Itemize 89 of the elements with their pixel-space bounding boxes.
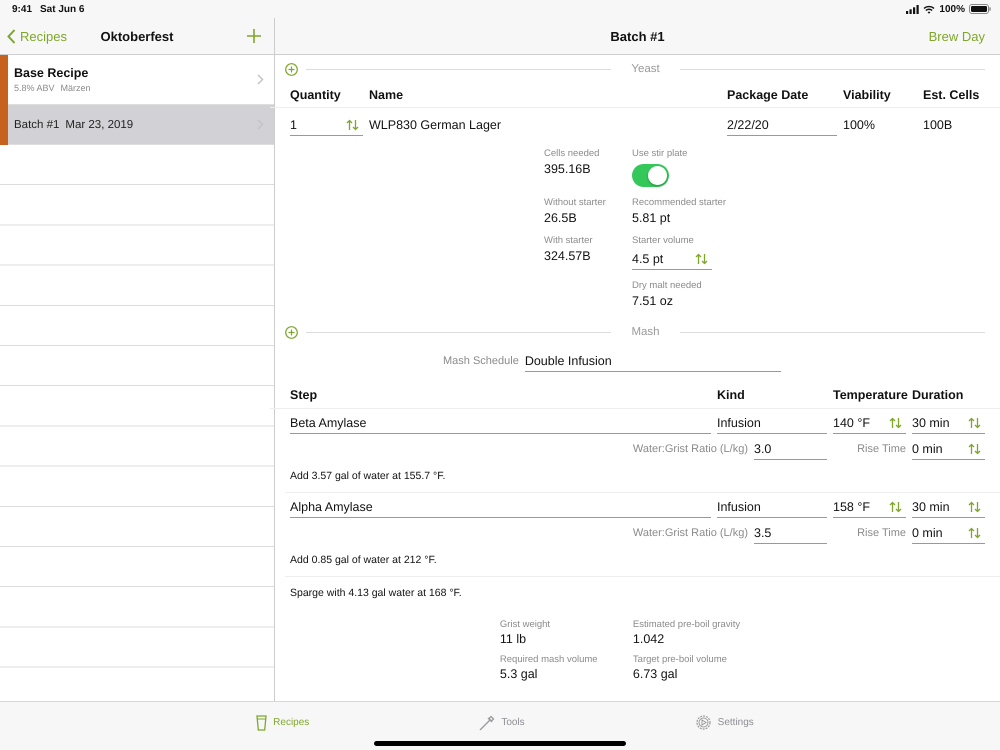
plus-icon[interactable] — [247, 29, 261, 43]
stat-label: Required mash volume — [500, 654, 599, 665]
add-icon[interactable] — [285, 326, 298, 338]
stat-label: Target pre-boil volume — [632, 654, 728, 665]
column-header: Viability — [843, 88, 892, 102]
yeast-name: WLP830 German Lager — [369, 118, 502, 132]
step-note: Add 0.85 gal of water at 212 °F. — [285, 544, 1000, 577]
temperature-field[interactable]: 158 °F — [833, 497, 906, 518]
wifi-icon — [923, 4, 936, 14]
item-title: Batch #1 — [14, 118, 60, 130]
cup-icon — [256, 714, 268, 730]
column-header: Quantity — [290, 88, 342, 102]
column-header: Kind — [717, 388, 746, 402]
stat-value: 11 lb — [500, 632, 528, 646]
stat-label: Without starter — [544, 197, 607, 208]
stepper-icon[interactable] — [346, 118, 359, 130]
stepper-icon[interactable] — [968, 501, 981, 513]
viability-value: 100% — [843, 118, 876, 132]
signal-icon — [906, 4, 920, 14]
ratio-field[interactable]: 3.5 — [754, 522, 827, 544]
item-detail: 5.8% ABV — [14, 83, 55, 93]
field-label: Mash Schedule — [443, 355, 519, 367]
section-title: Yeast — [630, 63, 661, 75]
section-title: Mash — [630, 326, 661, 338]
column-header: Temperature — [833, 388, 906, 402]
add-icon[interactable] — [285, 62, 298, 76]
stat-label: Recommended starter — [632, 197, 726, 208]
battery-level: 100% — [939, 4, 965, 14]
step-name-field[interactable]: Alpha Amylase — [290, 497, 711, 518]
column-header: Duration — [912, 388, 964, 402]
stat-label: Dry malt needed — [632, 280, 703, 291]
stat-label: With starter — [544, 235, 594, 246]
cell-count: 100B — [923, 118, 954, 132]
battery-icon — [969, 4, 991, 14]
stat-value: 1.042 — [632, 632, 666, 646]
column-header: Package Date — [727, 88, 810, 102]
stat-label: Cells needed — [544, 148, 600, 159]
item-detail: Märzen — [60, 83, 91, 93]
nav-title: Oktoberfest — [100, 28, 174, 44]
status-date: Sat Jun 6 — [40, 4, 84, 14]
stat-value: 395.16B — [544, 162, 592, 176]
stat-value: 5.3 gal — [500, 667, 538, 681]
stat-value: 5.81 pt — [632, 211, 672, 225]
column-header: Est. Cells — [923, 88, 980, 102]
stepper-icon[interactable] — [889, 417, 902, 429]
field-label: Water:Grist Ratio (L/kg) — [632, 527, 748, 539]
field-label: Rise Time — [856, 443, 906, 455]
item-date: Mar 23, 2019 — [65, 118, 134, 130]
column-header: Step — [290, 388, 318, 402]
rise-time-field[interactable]: 0 min — [912, 438, 985, 460]
rise-time-field[interactable]: 0 min — [912, 522, 985, 544]
starter-volume-field[interactable]: 4.5 pt — [632, 249, 712, 270]
item-title: Base Recipe — [14, 66, 90, 80]
duration-field[interactable]: 30 min — [912, 413, 985, 434]
ratio-field[interactable]: 3.0 — [754, 438, 827, 460]
stepper-icon[interactable] — [968, 442, 981, 454]
step-note: Add 3.57 gal of water at 155.7 °F. — [285, 460, 1000, 493]
stat-label: Grist weight — [500, 619, 552, 630]
stat-label: Starter volume — [632, 235, 695, 246]
stat-value: 324.57B — [544, 249, 592, 263]
field-label: Water:Grist Ratio (L/kg) — [632, 443, 748, 455]
package-date-field[interactable]: 2/22/20 — [727, 114, 837, 136]
chevron-right-icon — [257, 74, 264, 85]
pipette-icon — [479, 714, 496, 730]
stat-value: 6.73 gal — [632, 667, 678, 681]
recipe-list-item[interactable]: Batch #1 Mar 23, 2019 — [8, 105, 274, 145]
stir-plate-toggle[interactable] — [632, 164, 669, 187]
step-name-field[interactable]: Beta Amylase — [290, 413, 711, 434]
field-label: Rise Time — [856, 527, 906, 539]
kind-field[interactable]: Infusion — [717, 497, 827, 518]
kind-field[interactable]: Infusion — [717, 413, 827, 434]
stat-value: 26.5B — [544, 211, 578, 225]
status-time: 9:41 — [12, 4, 32, 14]
mash-schedule-field[interactable]: Double Infusion — [524, 350, 781, 372]
sparge-note: Sparge with 4.13 gal water at 168 °F. — [289, 586, 463, 599]
stepper-icon[interactable] — [968, 417, 981, 429]
chevron-left-icon — [7, 28, 16, 44]
settings-icon — [694, 714, 712, 731]
temperature-field[interactable]: 140 °F — [833, 413, 906, 434]
stepper-icon[interactable] — [968, 526, 981, 538]
detail-title: Batch #1 — [610, 28, 665, 44]
stat-value: 7.51 oz — [632, 294, 674, 308]
column-header: Name — [369, 88, 404, 102]
stepper-icon[interactable] — [695, 253, 708, 265]
duration-field[interactable]: 30 min — [912, 497, 985, 518]
quantity-field[interactable]: 1 — [290, 114, 363, 136]
stat-label: Estimated pre-boil gravity — [632, 619, 740, 630]
stat-label: Use stir plate — [632, 148, 688, 159]
stepper-icon[interactable] — [889, 501, 902, 513]
